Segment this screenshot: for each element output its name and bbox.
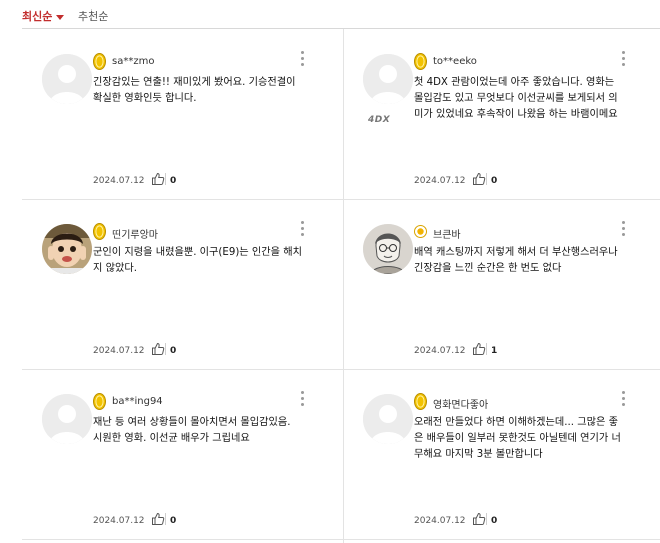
egg-icon — [414, 223, 427, 240]
review-date: 2024.07.12 — [93, 176, 145, 186]
like-count: 0 — [170, 176, 177, 186]
like-divider — [165, 513, 166, 525]
review-card: 브큰바배역 캐스팅까지 저렇게 해서 더 부산행스러우나 긴장감을 느낀 순간은… — [343, 199, 643, 369]
like-divider — [165, 173, 166, 185]
review-text: 첫 4DX 관람이었는데 아주 좋았습니다. 영화는 몰입감도 있고 무엇보다 … — [414, 77, 618, 120]
review-text: 배역 캐스팅까지 저렇게 해서 더 부산행스러우나 긴장감을 느낀 순간은 한 … — [414, 247, 618, 274]
review-date: 2024.07.12 — [93, 346, 145, 356]
avatar[interactable] — [363, 54, 413, 104]
like-divider — [486, 343, 487, 355]
review-text: 군인이 지령을 내렸을뿐. 이구(E9)는 인간을 해치지 않았다. — [93, 247, 303, 274]
like-count: 0 — [170, 516, 177, 526]
username[interactable]: 띤기루앙마 — [112, 226, 158, 241]
gold-coin-icon — [414, 53, 427, 70]
review-card: 띤기루앙마군인이 지령을 내렸을뿐. 이구(E9)는 인간을 해치지 않았다. 2… — [22, 199, 322, 369]
avatar[interactable] — [42, 394, 92, 444]
username[interactable]: sa**zmo — [112, 56, 154, 67]
more-vertical-icon[interactable] — [620, 221, 626, 239]
like-count: 0 — [491, 516, 498, 526]
review-card: 4DX to**eeko 첫 4DX 관람이었는데 아주 좋았습니다. 영화는 몰입… — [343, 29, 643, 199]
sort-bar: 최신순 추천순 — [22, 0, 660, 29]
avatar[interactable] — [363, 394, 413, 444]
more-vertical-icon[interactable] — [299, 221, 305, 239]
review-date: 2024.07.12 — [414, 516, 466, 526]
avatar[interactable] — [42, 224, 92, 274]
thumbs-up-icon[interactable] — [472, 342, 486, 356]
review-text: 오래전 만들었다 하면 이해하겠는데... 그많은 좋은 배우들이 일부러 못한… — [414, 417, 621, 460]
thumbs-up-icon[interactable] — [472, 172, 486, 186]
like-count: 0 — [491, 176, 498, 186]
more-vertical-icon[interactable] — [299, 391, 305, 409]
avatar[interactable] — [363, 224, 413, 274]
review-date: 2024.07.12 — [414, 176, 466, 186]
like-divider — [165, 343, 166, 355]
more-vertical-icon[interactable] — [620, 391, 626, 409]
sort-latest-tab[interactable]: 최신순 — [22, 8, 65, 24]
format-badge: 4DX — [368, 115, 391, 125]
username[interactable]: 영화면다좋아 — [433, 396, 488, 411]
sort-latest-label: 최신순 — [22, 10, 53, 23]
gold-coin-icon — [93, 53, 106, 70]
review-date: 2024.07.12 — [93, 516, 145, 526]
gold-coin-icon — [93, 223, 106, 240]
caret-down-icon — [56, 14, 65, 20]
more-vertical-icon[interactable] — [620, 51, 626, 69]
review-text: 재난 등 여러 상황들이 몰아치면서 몰입감있음. 시원한 영화. 이선균 배우… — [93, 417, 291, 444]
more-vertical-icon[interactable] — [299, 51, 305, 69]
username[interactable]: to**eeko — [433, 56, 477, 67]
review-card: 영화면다좋아오래전 만들었다 하면 이해하겠는데... 그많은 좋은 배우들이 … — [343, 369, 643, 539]
gold-coin-icon — [93, 393, 106, 410]
like-count: 0 — [170, 346, 177, 356]
thumbs-up-icon[interactable] — [151, 512, 165, 526]
row-divider — [22, 539, 660, 540]
username[interactable]: 브큰바 — [433, 226, 461, 241]
sort-recommended-tab[interactable]: 추천순 — [78, 8, 108, 24]
thumbs-up-icon[interactable] — [151, 172, 165, 186]
review-card: sa**zmo 긴장감있는 연출!! 재미있게 봤어요. 기승전결이 확실한 영화… — [22, 29, 322, 199]
review-card: ba**ing94 재난 등 여러 상황들이 몰아치면서 몰입감있음. 시원한 영… — [22, 369, 322, 539]
like-divider — [486, 173, 487, 185]
username[interactable]: ba**ing94 — [112, 396, 163, 407]
thumbs-up-icon[interactable] — [151, 342, 165, 356]
thumbs-up-icon[interactable] — [472, 512, 486, 526]
gold-coin-icon — [414, 393, 427, 410]
like-divider — [486, 513, 487, 525]
avatar[interactable] — [42, 54, 92, 104]
review-text: 긴장감있는 연출!! 재미있게 봤어요. 기승전결이 확실한 영화인듯 합니다. — [93, 77, 296, 104]
like-count: 1 — [491, 346, 498, 356]
review-date: 2024.07.12 — [414, 346, 466, 356]
